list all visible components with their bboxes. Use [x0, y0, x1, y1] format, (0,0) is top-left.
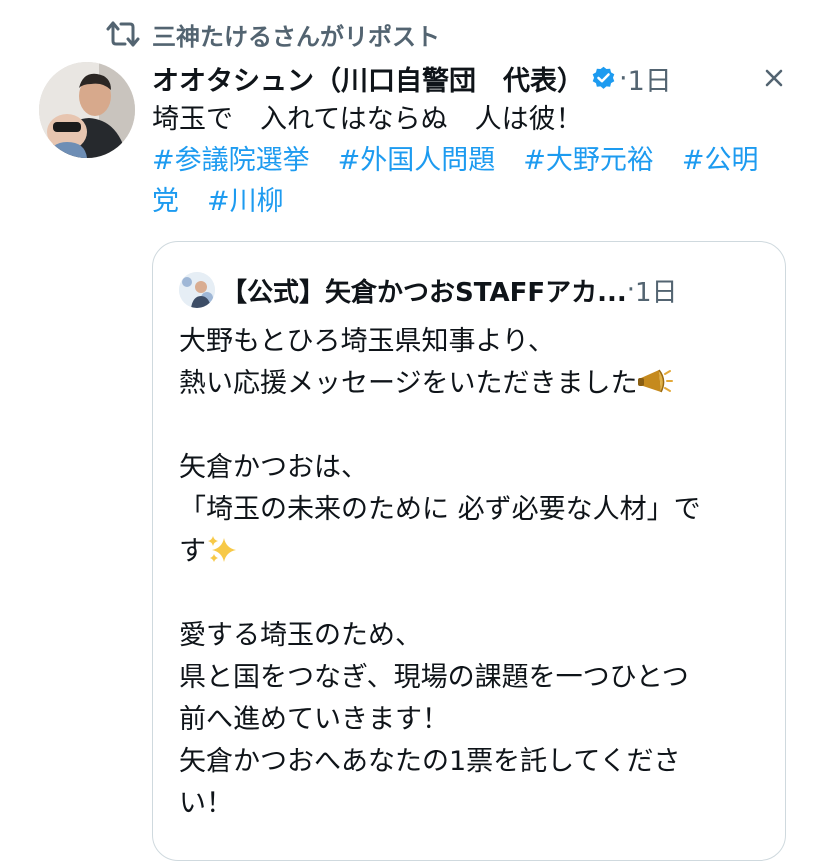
quote-time[interactable]: 1日: [635, 272, 678, 309]
quote-line: い！: [179, 788, 233, 819]
tweet-time[interactable]: 1日: [628, 59, 672, 98]
more-options-button[interactable]: [756, 62, 792, 94]
quote-line: 矢倉かつおへあなたの1票を託してくださ: [179, 746, 681, 777]
quote-separator-dot: ·: [626, 275, 635, 305]
tweet-text: 埼玉で 入れてはならぬ 人は彼！: [152, 104, 583, 135]
separator-dot: ·: [619, 62, 628, 94]
quoted-tweet-card[interactable]: 【公式】矢倉かつおSTAFFアカ... · 1日 大野もとひろ埼玉県知事より、 …: [152, 241, 786, 861]
tweet[interactable]: オオタシュン（川口自警団 代表） · 1日 埼玉で 入れてはならぬ 人は彼！ #…: [152, 58, 792, 222]
megaphone-icon: [638, 369, 674, 393]
more-options-icon: [765, 69, 783, 87]
repost-icon: [106, 21, 140, 47]
hashtag-link[interactable]: #参議院選挙: [152, 145, 310, 176]
quote-header: 【公式】矢倉かつおSTAFFアカ... · 1日: [179, 270, 678, 310]
quote-line: 前へ進めていきます！: [179, 704, 449, 735]
repost-indicator[interactable]: 三神たけるさんがリポスト: [106, 14, 440, 54]
quote-line: す: [179, 536, 206, 567]
hashtag-link[interactable]: #大野元裕: [523, 145, 654, 176]
tweet-hashtags: #参議院選挙 #外国人問題 #大野元裕 #公明党 #川柳: [152, 140, 782, 222]
hashtag-link[interactable]: #外国人問題: [338, 145, 496, 176]
sparkles-icon: [208, 536, 236, 562]
quote-line: 熱い応援メッセージをいただきました: [179, 368, 638, 399]
quote-text: 大野もとひろ埼玉県知事より、 熱い応援メッセージをいただきました 矢倉かつおは、…: [179, 321, 759, 825]
quote-line: 愛する埼玉のため、: [179, 620, 422, 651]
repost-text: 三神たけるさんがリポスト: [152, 22, 440, 51]
verified-badge-icon: [592, 66, 615, 89]
tweet-header: オオタシュン（川口自警団 代表） · 1日: [152, 58, 792, 98]
quote-line: 県と国をつなぎ、現場の課題を一つひとつ: [179, 662, 689, 693]
quote-author-avatar[interactable]: [179, 272, 215, 308]
author-avatar[interactable]: [39, 62, 135, 158]
quote-line: 大野もとひろ埼玉県知事より、: [179, 326, 555, 357]
hashtag-link[interactable]: #川柳: [207, 186, 284, 217]
author-name[interactable]: オオタシュン（川口自警団 代表）: [152, 59, 584, 98]
quote-line: 「埼玉の未来のために 必ず必要な人材」で: [179, 494, 701, 525]
quote-line: 矢倉かつおは、: [179, 452, 368, 483]
quote-author-name[interactable]: 【公式】矢倉かつおSTAFFアカ...: [221, 272, 627, 309]
